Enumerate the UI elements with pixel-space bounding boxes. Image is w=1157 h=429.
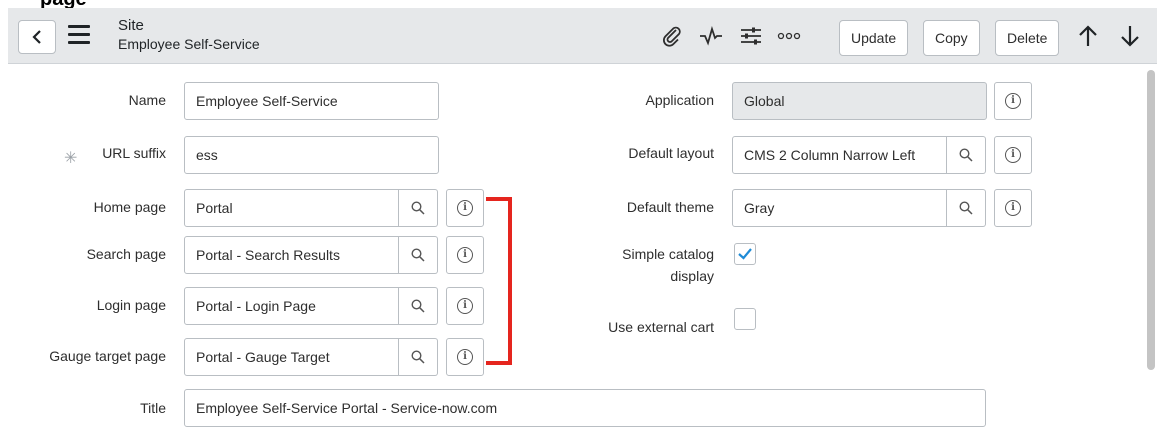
search-icon[interactable] — [947, 189, 986, 227]
name-field[interactable]: Employee Self-Service — [184, 82, 439, 120]
scrollbar[interactable] — [1147, 70, 1155, 370]
use-external-cart-checkbox[interactable] — [734, 308, 756, 330]
search-icon[interactable] — [947, 136, 986, 174]
default-theme-label: Default theme — [626, 199, 714, 215]
url-suffix-field[interactable]: ess — [184, 136, 439, 174]
search-icon[interactable] — [399, 287, 438, 325]
login-page-field[interactable]: Portal - Login Page — [184, 287, 399, 325]
use-external-cart-label: Use external cart — [608, 319, 714, 335]
home-page-field[interactable]: Portal — [184, 189, 399, 227]
activity-icon[interactable] — [698, 22, 724, 50]
form-header: Site Employee Self-Service Update Copy D… — [8, 8, 1157, 64]
checkmark-icon — [738, 248, 752, 260]
info-icon[interactable]: i — [994, 189, 1032, 227]
default-layout-field[interactable]: CMS 2 Column Narrow Left — [732, 136, 947, 174]
annotation-bracket — [486, 197, 512, 365]
record-type: Site — [118, 17, 144, 34]
search-page-label: Search page — [86, 246, 166, 262]
top-strip: page — [0, 0, 1157, 10]
application-field: Global — [732, 82, 987, 120]
application-label: Application — [645, 92, 715, 108]
back-button[interactable] — [18, 20, 56, 54]
login-page-label: Login page — [96, 297, 166, 313]
search-page-field[interactable]: Portal - Search Results — [184, 236, 399, 274]
gauge-target-page-field[interactable]: Portal - Gauge Target — [184, 338, 399, 376]
delete-button[interactable]: Delete — [995, 20, 1060, 56]
attachment-icon[interactable] — [660, 22, 684, 50]
search-icon[interactable] — [399, 236, 438, 274]
info-icon[interactable]: i — [446, 189, 484, 227]
info-icon[interactable]: i — [994, 82, 1032, 120]
menu-icon[interactable] — [68, 25, 90, 45]
search-icon[interactable] — [399, 338, 438, 376]
home-page-label: Home page — [93, 199, 166, 215]
info-icon[interactable]: i — [994, 136, 1032, 174]
simple-catalog-checkbox[interactable] — [734, 243, 756, 265]
copy-button[interactable]: Copy — [923, 20, 980, 56]
mandatory-asterisk-icon: ✳ — [64, 150, 78, 167]
search-icon[interactable] — [399, 189, 438, 227]
settings-sliders-icon[interactable] — [738, 22, 764, 50]
more-options-icon[interactable] — [776, 22, 802, 50]
info-icon[interactable]: i — [446, 287, 484, 325]
default-theme-field[interactable]: Gray — [732, 189, 947, 227]
name-label: Name — [128, 92, 166, 108]
record-name: Employee Self-Service — [118, 36, 260, 52]
next-record-icon[interactable] — [1118, 22, 1142, 50]
info-icon[interactable]: i — [446, 236, 484, 274]
default-layout-label: Default layout — [628, 145, 714, 161]
chevron-left-icon — [32, 30, 41, 44]
title-label: Title — [140, 400, 166, 416]
url-suffix-label: URL suffix — [102, 145, 166, 161]
update-button[interactable]: Update — [839, 20, 909, 56]
gauge-target-page-label: Gauge target page — [49, 348, 166, 364]
simple-catalog-label-line1: Simple catalog — [622, 246, 714, 262]
title-field[interactable]: Employee Self-Service Portal - Service-n… — [184, 389, 986, 427]
simple-catalog-label-line2: display — [670, 268, 714, 284]
info-icon[interactable]: i — [446, 338, 484, 376]
previous-record-icon[interactable] — [1076, 22, 1100, 50]
